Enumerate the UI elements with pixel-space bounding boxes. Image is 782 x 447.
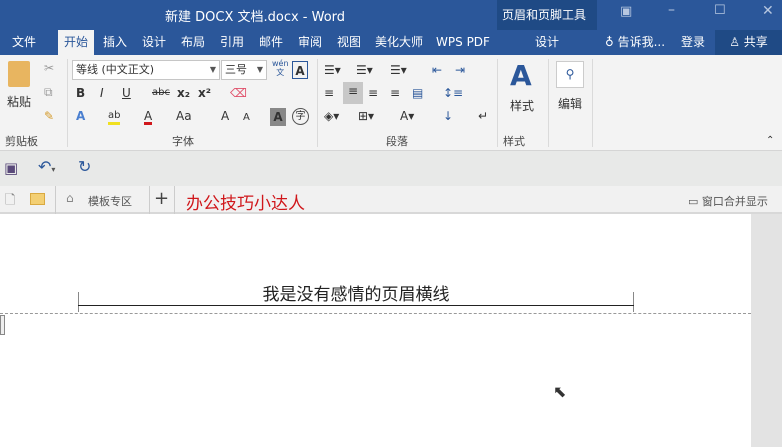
window-title: 新建 DOCX 文档.docx - Word (165, 10, 346, 25)
align-center-icon[interactable]: ≡ (343, 82, 363, 104)
template-zone-tab[interactable]: 模板专区 (88, 193, 132, 209)
lightbulb-icon: ♁ (604, 35, 614, 49)
tab-header-footer-design[interactable]: 设计 (497, 30, 597, 55)
justify-icon[interactable]: ≡ (390, 84, 400, 102)
decrease-indent-icon[interactable]: ⇤ (432, 61, 442, 79)
subscript-button[interactable]: x₂ (177, 84, 190, 102)
char-border-button[interactable]: A (292, 61, 308, 79)
increase-indent-icon[interactable]: ⇥ (455, 61, 465, 79)
char-shading-button[interactable]: A (270, 108, 286, 126)
highlight-icon[interactable]: ab (108, 107, 121, 125)
italic-button[interactable]: I (100, 84, 104, 102)
person-icon: ♙ (729, 35, 740, 49)
font-group-label: 字体 (172, 135, 194, 148)
ruler-marker (0, 315, 5, 335)
multilevel-list-icon[interactable]: ☰▾ (390, 61, 407, 79)
change-case-button[interactable]: Aa (176, 107, 192, 125)
numbering-icon[interactable]: ☰▾ (356, 61, 373, 79)
merge-windows-button[interactable]: ▭ 窗口合并显示 (688, 193, 768, 209)
close-icon[interactable]: ✕ (762, 3, 774, 19)
search-icon[interactable]: ⚲ (556, 61, 584, 88)
tab-review[interactable]: 审阅 (292, 30, 328, 55)
paste-icon[interactable] (8, 61, 30, 87)
line-spacing-icon[interactable]: ↕≡ (443, 84, 463, 102)
folder-icon[interactable] (30, 193, 45, 205)
asian-layout-icon[interactable]: A▾ (400, 107, 414, 125)
enclose-char-button[interactable]: 字 (292, 108, 309, 125)
tab-references[interactable]: 引用 (214, 30, 250, 55)
borders-icon[interactable]: ⊞▾ (358, 107, 374, 125)
tab-file[interactable]: 文件 (4, 30, 44, 55)
tab-wps-pdf[interactable]: WPS PDF (432, 30, 494, 55)
bold-button[interactable]: B (76, 84, 85, 102)
shading-icon[interactable]: ◈▾ (324, 107, 339, 125)
tab-home[interactable]: 开始 (58, 30, 94, 55)
tab-insert[interactable]: 插入 (97, 30, 133, 55)
mouse-cursor-icon: ⬉ (553, 382, 567, 401)
underline-button[interactable]: U (122, 84, 131, 102)
header-rule (78, 305, 634, 306)
brand-watermark: 办公技巧小达人 (186, 194, 305, 214)
undo-icon[interactable]: ↶▾ (38, 157, 55, 176)
clear-formatting-icon[interactable]: ⌫ (230, 84, 247, 102)
tab-mailings[interactable]: 邮件 (253, 30, 289, 55)
ribbon-tabs: 文件 开始 插入 设计 布局 引用 邮件 审阅 视图 美化大师 WPS PDF … (0, 30, 782, 55)
cut-icon[interactable]: ✂ (44, 59, 54, 77)
maximize-icon[interactable]: ☐ (714, 3, 726, 18)
copy-icon[interactable]: ⧉ (44, 83, 53, 101)
distributed-icon[interactable]: ▤ (412, 84, 423, 102)
home-icon: ⌂ (66, 191, 74, 205)
superscript-button[interactable]: x² (198, 84, 211, 102)
styles-icon[interactable]: A (510, 59, 532, 92)
grow-font-button[interactable]: A (221, 107, 229, 125)
show-marks-icon[interactable]: ↵ (478, 107, 488, 125)
paste-button[interactable]: 粘贴 (7, 93, 31, 110)
phonetic-guide-button[interactable]: wén 文 (272, 59, 289, 77)
tab-beautify[interactable]: 美化大师 (370, 30, 428, 55)
document-area: 我是没有感情的页眉横线 ⬉ (0, 214, 782, 447)
header-text[interactable]: 我是没有感情的页眉横线 (78, 280, 634, 305)
font-name-select[interactable]: 等线 (中文正文) ▼ (72, 60, 220, 80)
font-size-select[interactable]: 三号 ▼ (221, 60, 267, 80)
share-button[interactable]: ♙ 共享 (715, 30, 782, 55)
shrink-font-button[interactable]: A (243, 109, 250, 127)
clipboard-group-label: 剪贴板 (5, 135, 38, 148)
restore-ribbon-icon[interactable]: ▣ (620, 4, 632, 19)
save-icon[interactable]: ▣ (4, 159, 18, 177)
ribbon: 粘贴 ✂ ⧉ ✎ 剪贴板 等线 (中文正文) ▼ 三号 ▼ wén 文 A B I … (0, 55, 782, 151)
bullets-icon[interactable]: ☰▾ (324, 61, 341, 79)
quick-access-toolbar: ▣ ↶▾ ↻ (0, 151, 782, 186)
window-icon: ▭ (688, 195, 699, 208)
tab-view[interactable]: 视图 (331, 30, 367, 55)
collapse-ribbon-icon[interactable]: ⌃ (766, 135, 774, 146)
login-button[interactable]: 登录 (676, 30, 710, 55)
minimize-icon[interactable]: – (668, 2, 675, 18)
tell-me[interactable]: ♁ 告诉我... (600, 30, 670, 55)
paragraph-group-label: 段落 (386, 135, 408, 148)
redo-icon[interactable]: ↻ (78, 157, 91, 176)
editing-button[interactable]: 编辑 (558, 95, 582, 112)
title-bar: 新建 DOCX 文档.docx - Word 页眉和页脚工具 ▣ – ☐ ✕ (0, 0, 782, 55)
document-tab-bar: 🗋 ⌂ 模板专区 + 办公技巧小达人 ▭ 窗口合并显示 (0, 186, 782, 214)
strikethrough-button[interactable]: abc (152, 84, 170, 102)
align-left-icon[interactable]: ≡ (324, 84, 334, 102)
font-color-icon[interactable]: A (144, 107, 153, 125)
format-painter-icon[interactable]: ✎ (44, 107, 54, 125)
tab-layout[interactable]: 布局 (175, 30, 211, 55)
context-group-label: 页眉和页脚工具 (502, 8, 587, 22)
add-tab-button[interactable]: + (154, 188, 169, 209)
align-right-icon[interactable]: ≡ (368, 84, 378, 102)
sort-icon[interactable]: ↓ (443, 107, 453, 125)
styles-button[interactable]: 样式 (510, 97, 534, 114)
tab-design[interactable]: 设计 (136, 30, 172, 55)
new-document-icon[interactable]: 🗋 (5, 191, 15, 213)
styles-group-label: 样式 (503, 135, 525, 148)
page[interactable]: 我是没有感情的页眉横线 ⬉ (0, 214, 751, 447)
text-effects-icon[interactable]: A (76, 107, 85, 125)
header-boundary (0, 313, 751, 314)
